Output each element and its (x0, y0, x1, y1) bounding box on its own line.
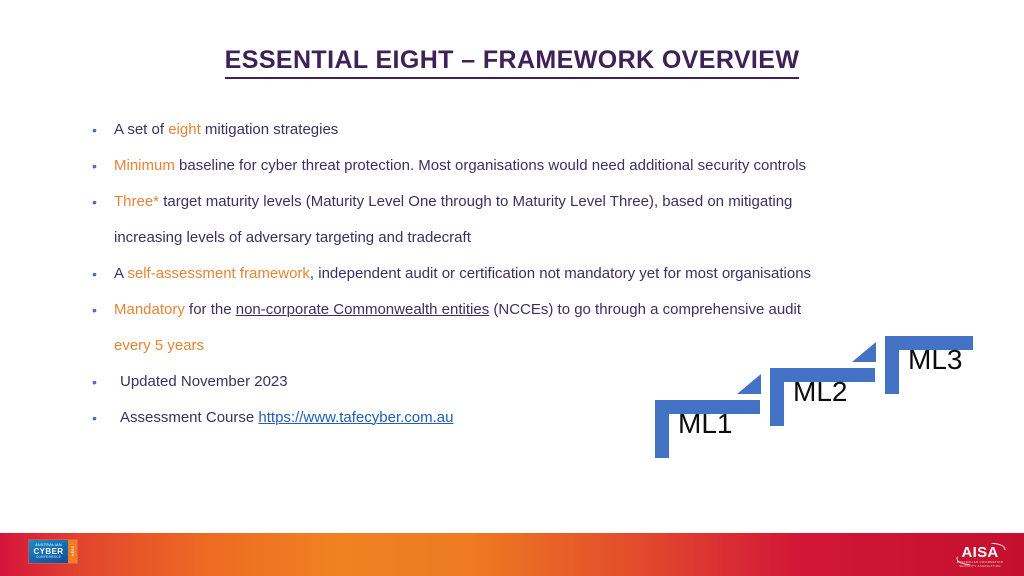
list-item: • Three* target maturity levels (Maturit… (88, 184, 993, 220)
text-segment: for the (184, 301, 236, 318)
page-title: ESSENTIAL EIGHT – FRAMEWORK OVERVIEW (0, 46, 1024, 79)
text-segment: baseline for cyber threat protection. Mo… (174, 157, 807, 174)
list-item-text: Updated November 2023 (120, 373, 288, 390)
acc-logo-body: AUSTRALIAN CYBER CONFERENCE (29, 540, 68, 563)
list-item-text: A set of eight mitigation strategies (114, 121, 338, 138)
list-item-text: Three* target maturity levels (Maturity … (114, 193, 792, 210)
highlight-minimum: Minimum (114, 157, 175, 174)
text-segment: target maturity levels (Maturity Level O… (159, 193, 793, 210)
text-segment: (NCCEs) to go through a comprehensive au… (489, 301, 802, 318)
tafecyber-link[interactable]: https://www.tafecyber.com.au (258, 409, 453, 426)
australian-cyber-conference-logo: AUSTRALIAN CYBER CONFERENCE 2024 (29, 540, 77, 563)
list-item-text: A self-assessment framework, independent… (114, 265, 811, 282)
aisa-logo-subtitle: AUSTRALIAN INFORMATION SECURITY ASSOCIAT… (956, 560, 1004, 568)
highlight-three: Three* (114, 193, 160, 210)
bullet-marker: • (92, 374, 97, 390)
highlight-self-assessment: self-assessment framework (127, 265, 310, 282)
text-segment: mitigation strategies (200, 121, 339, 138)
acc-logo-line3: CONFERENCE (35, 554, 62, 559)
aisa-logo-text: AISA (961, 544, 999, 561)
bullet-marker: • (92, 410, 97, 426)
aisa-logo: AISA AUSTRALIAN INFORMATION SECURITY ASS… (952, 543, 1008, 567)
highlight-eight: eight (168, 121, 201, 138)
list-item: • Mandatory for the non-corporate Common… (88, 292, 993, 328)
ml2-wedge-icon (852, 342, 876, 362)
list-item: • Minimum baseline for cyber threat prot… (88, 148, 993, 184)
ml3-label: ML3 (908, 344, 963, 375)
page-title-text: ESSENTIAL EIGHT – FRAMEWORK OVERVIEW (224, 46, 800, 79)
maturity-level-staircase: ML1 ML2 ML3 (645, 336, 990, 464)
bullet-marker: • (92, 266, 97, 282)
footer-gradient-bar (0, 533, 1024, 576)
list-item-text: Minimum baseline for cyber threat protec… (114, 157, 806, 174)
list-item-continuation: increasing levels of adversary targeting… (114, 229, 471, 246)
list-item: • A self-assessment framework, independe… (88, 256, 993, 292)
bullet-marker: • (92, 158, 97, 174)
list-item-text: Assessment Course https://www.tafecyber.… (120, 409, 453, 426)
acc-logo-year: 2024 (68, 540, 77, 563)
highlight-mandatory: Mandatory (114, 301, 185, 318)
bullet-marker: • (92, 194, 97, 210)
ml2-label: ML2 (793, 376, 848, 407)
bullet-marker: • (92, 122, 97, 138)
ml1-label: ML1 (678, 408, 733, 439)
ml1-wedge-icon (737, 374, 761, 394)
slide-canvas: ESSENTIAL EIGHT – FRAMEWORK OVERVIEW • A… (0, 0, 1024, 576)
list-item: • A set of eight mitigation strategies (88, 112, 993, 148)
list-item-text: Mandatory for the non-corporate Commonwe… (114, 301, 801, 318)
text-segment: A set of (114, 121, 169, 138)
text-segment: , independent audit or certification not… (309, 265, 812, 282)
underlined-ncce-term: non-corporate Commonwealth entities (235, 301, 490, 318)
text-segment: A (114, 265, 128, 282)
bullet-marker: • (92, 302, 97, 318)
text-segment: Assessment Course (120, 409, 259, 426)
